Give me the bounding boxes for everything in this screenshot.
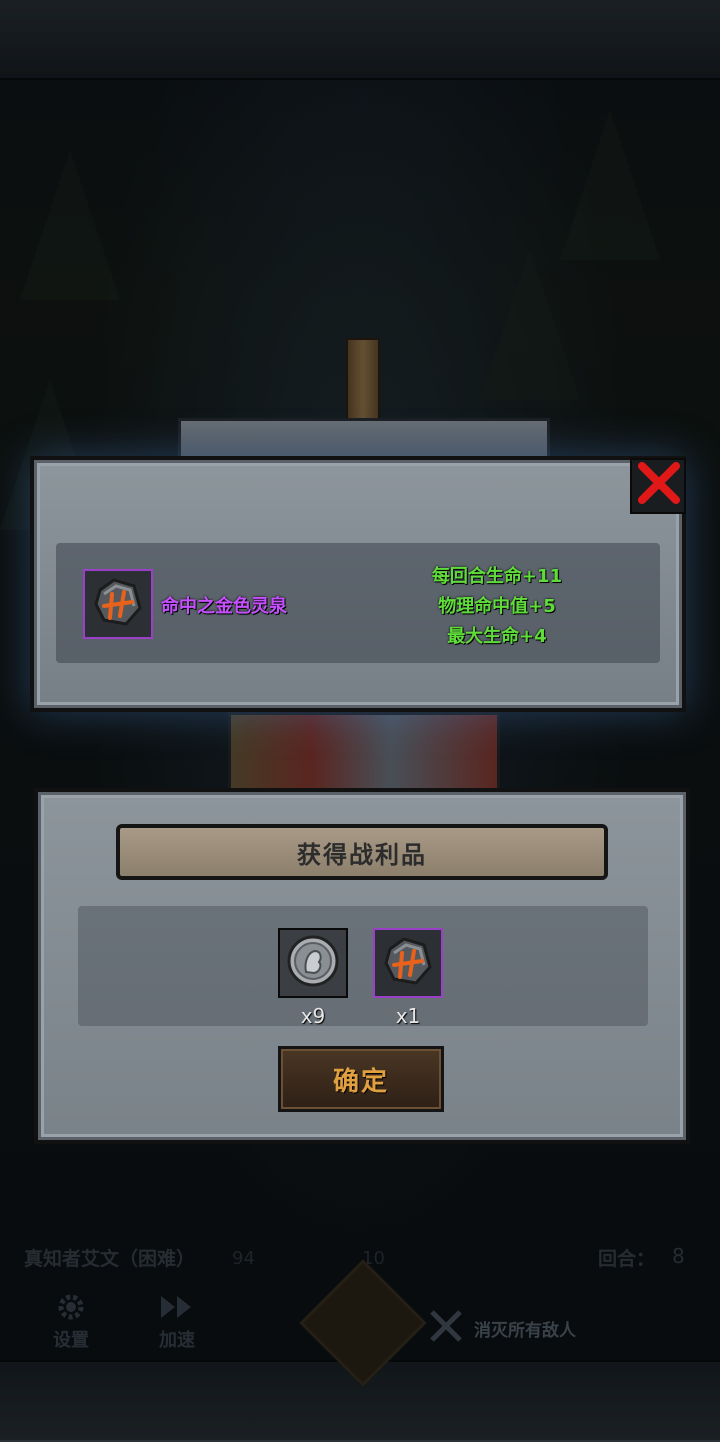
settings-button[interactable]: 设置 [30, 1288, 112, 1354]
round-value: 8 [672, 1244, 685, 1268]
objective: 消灭所有敌人 [426, 1306, 576, 1350]
confirm-button[interactable]: 确定 [278, 1046, 444, 1112]
item-name: 命中之金色灵泉 [161, 596, 287, 617]
settings-label: 设置 [53, 1330, 89, 1351]
objective-text: 消灭所有敌人 [474, 1320, 576, 1341]
top-bar [0, 0, 720, 80]
loot-title: 获得战利品 [297, 840, 427, 869]
hp-value-left: 94 [232, 1248, 255, 1269]
rune-stone-icon [90, 574, 146, 634]
confirm-label: 确定 [332, 1066, 389, 1097]
speed-label: 加速 [159, 1330, 195, 1351]
close-x-icon [634, 460, 682, 512]
fast-forward-icon [136, 1288, 218, 1326]
crossed-swords-icon [426, 1306, 466, 1350]
tree-decoration [480, 250, 580, 400]
gear-icon [30, 1288, 112, 1326]
round-label: 回合： [598, 1248, 656, 1270]
stat-line: 最大生命+4 [447, 626, 547, 647]
loot-item-rune[interactable] [373, 928, 443, 998]
loot-title-bar: 获得战利品 [116, 824, 608, 880]
silver-coin-icon [284, 932, 342, 994]
banner-cloth [228, 712, 500, 794]
stat-line: 物理命中值+5 [438, 596, 556, 617]
close-button[interactable] [630, 458, 686, 514]
loot-items-row [78, 906, 648, 1026]
stat-line: 每回合生命+11 [431, 566, 563, 587]
stage-name: 真知者艾文（困难） [24, 1248, 196, 1270]
speed-button[interactable]: 加速 [136, 1288, 218, 1354]
tree-decoration [20, 150, 120, 300]
item-detail-icon-frame [83, 569, 153, 639]
tree-decoration [560, 110, 660, 260]
loot-item-coin[interactable] [278, 928, 348, 998]
loot-quantity: x1 [395, 1004, 421, 1028]
rune-stone-icon [380, 933, 436, 993]
item-stats: 每回合生命+11 物理命中值+5 最大生命+4 [400, 562, 594, 652]
loot-quantity: x9 [300, 1004, 326, 1028]
